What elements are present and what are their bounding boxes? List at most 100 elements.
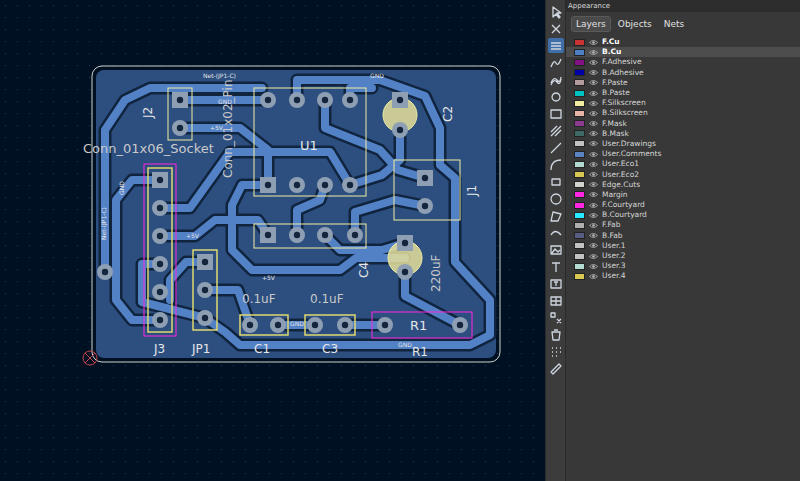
layer-color-swatch[interactable] — [574, 90, 585, 97]
layer-color-swatch[interactable] — [574, 242, 585, 249]
eye-icon[interactable] — [589, 253, 598, 260]
eye-icon[interactable] — [589, 191, 598, 198]
layer-row[interactable]: User.Eco1 — [566, 159, 800, 169]
eye-icon[interactable] — [589, 161, 598, 168]
circle-icon[interactable] — [548, 191, 564, 206]
via-icon[interactable] — [548, 89, 564, 104]
layer-color-swatch[interactable] — [574, 253, 585, 260]
layer-color-swatch[interactable] — [574, 69, 585, 76]
polygon-icon[interactable] — [548, 208, 564, 223]
layer-color-swatch[interactable] — [574, 59, 585, 66]
layer-color-swatch[interactable] — [574, 49, 585, 56]
image-icon[interactable] — [548, 242, 564, 257]
layer-color-swatch[interactable] — [574, 130, 585, 137]
layer-row[interactable]: B.Silkscreen — [566, 108, 800, 118]
layer-row[interactable]: F.Adhesive — [566, 57, 800, 67]
net-highlight-icon[interactable] — [548, 38, 564, 53]
layer-color-swatch[interactable] — [574, 100, 585, 107]
eye-icon[interactable] — [589, 242, 598, 249]
layer-row[interactable]: B.Courtyard — [566, 210, 800, 220]
layer-row[interactable]: User.Comments — [566, 149, 800, 159]
eye-icon[interactable] — [589, 59, 598, 66]
eye-icon[interactable] — [589, 273, 598, 280]
layer-color-swatch[interactable] — [574, 181, 585, 188]
panel-tab[interactable]: Objects — [613, 16, 657, 32]
panel-tab[interactable]: Nets — [659, 16, 690, 32]
layer-row[interactable]: User.3 — [566, 261, 800, 271]
eye-icon[interactable] — [589, 222, 598, 229]
zone-icon[interactable] — [548, 106, 564, 121]
layer-color-swatch[interactable] — [574, 151, 585, 158]
layer-row[interactable]: User.4 — [566, 271, 800, 281]
layer-color-swatch[interactable] — [574, 120, 585, 127]
layer-color-swatch[interactable] — [574, 140, 585, 147]
measure-icon[interactable] — [548, 361, 564, 376]
layer-color-swatch[interactable] — [574, 171, 585, 178]
route-track-icon[interactable] — [548, 55, 564, 70]
dimension-icon[interactable] — [548, 225, 564, 240]
layer-color-swatch[interactable] — [574, 79, 585, 86]
eye-icon[interactable] — [589, 263, 598, 270]
layer-row[interactable]: F.Silkscreen — [566, 98, 800, 108]
eye-icon[interactable] — [589, 140, 598, 147]
layer-row[interactable]: B.Fab — [566, 231, 800, 241]
layer-row[interactable]: Margin — [566, 190, 800, 200]
layer-row[interactable]: User.2 — [566, 251, 800, 261]
panel-tab[interactable]: Layers — [571, 16, 611, 32]
arc-icon[interactable] — [548, 157, 564, 172]
layer-row[interactable]: B.Mask — [566, 129, 800, 139]
grid-icon[interactable] — [548, 344, 564, 359]
route-diff-icon[interactable] — [548, 72, 564, 87]
layer-row[interactable]: F.Cu — [566, 37, 800, 47]
textbox-icon[interactable] — [548, 276, 564, 291]
eye-icon[interactable] — [589, 202, 598, 209]
eye-icon[interactable] — [589, 151, 598, 158]
layer-row[interactable]: F.Mask — [566, 119, 800, 129]
eye-icon[interactable] — [589, 212, 598, 219]
eye-icon[interactable] — [589, 90, 598, 97]
eye-icon[interactable] — [589, 79, 598, 86]
eye-icon[interactable] — [589, 232, 598, 239]
keepout-icon[interactable] — [548, 123, 564, 138]
select-arrow-icon[interactable] — [548, 4, 564, 19]
layer-row[interactable]: F.Paste — [566, 78, 800, 88]
eye-icon[interactable] — [589, 130, 598, 137]
layer-row[interactable]: Edge.Cuts — [566, 180, 800, 190]
eye-icon[interactable] — [589, 100, 598, 107]
delete-icon[interactable] — [548, 327, 564, 342]
table-icon[interactable] — [548, 293, 564, 308]
layer-row[interactable]: User.Eco2 — [566, 169, 800, 179]
eye-icon[interactable] — [589, 110, 598, 117]
eye-icon[interactable] — [589, 39, 598, 46]
layer-color-swatch[interactable] — [574, 39, 585, 46]
layer-row[interactable]: B.Adhesive — [566, 68, 800, 78]
eye-icon[interactable] — [589, 171, 598, 178]
origin-icon[interactable] — [548, 310, 564, 325]
layer-color-swatch[interactable] — [574, 232, 585, 239]
eye-icon[interactable] — [589, 69, 598, 76]
layer-name: User.1 — [602, 241, 626, 251]
layer-row[interactable]: User.Drawings — [566, 139, 800, 149]
layer-color-swatch[interactable] — [574, 161, 585, 168]
layer-color-swatch[interactable] — [574, 273, 585, 280]
board-view[interactable]: Conn_01x06_SocketJ2Conn_01x02_PinNet-(JP… — [0, 0, 545, 481]
layer-color-swatch[interactable] — [574, 263, 585, 270]
eye-icon[interactable] — [589, 120, 598, 127]
eye-icon[interactable] — [589, 49, 598, 56]
text-icon[interactable] — [548, 259, 564, 274]
layer-color-swatch[interactable] — [574, 191, 585, 198]
layer-row[interactable]: B.Cu — [566, 47, 800, 57]
board-canvas[interactable]: Conn_01x06_SocketJ2Conn_01x02_PinNet-(JP… — [0, 0, 545, 481]
layer-color-swatch[interactable] — [574, 202, 585, 209]
layer-row[interactable]: F.Fab — [566, 220, 800, 230]
rectangle-icon[interactable] — [548, 174, 564, 189]
layer-color-swatch[interactable] — [574, 212, 585, 219]
layer-color-swatch[interactable] — [574, 110, 585, 117]
line-icon[interactable] — [548, 140, 564, 155]
layer-row[interactable]: F.Courtyard — [566, 200, 800, 210]
layer-row[interactable]: B.Paste — [566, 88, 800, 98]
eye-icon[interactable] — [589, 181, 598, 188]
layer-row[interactable]: User.1 — [566, 241, 800, 251]
layer-color-swatch[interactable] — [574, 222, 585, 229]
clear-x-icon[interactable] — [548, 21, 564, 36]
